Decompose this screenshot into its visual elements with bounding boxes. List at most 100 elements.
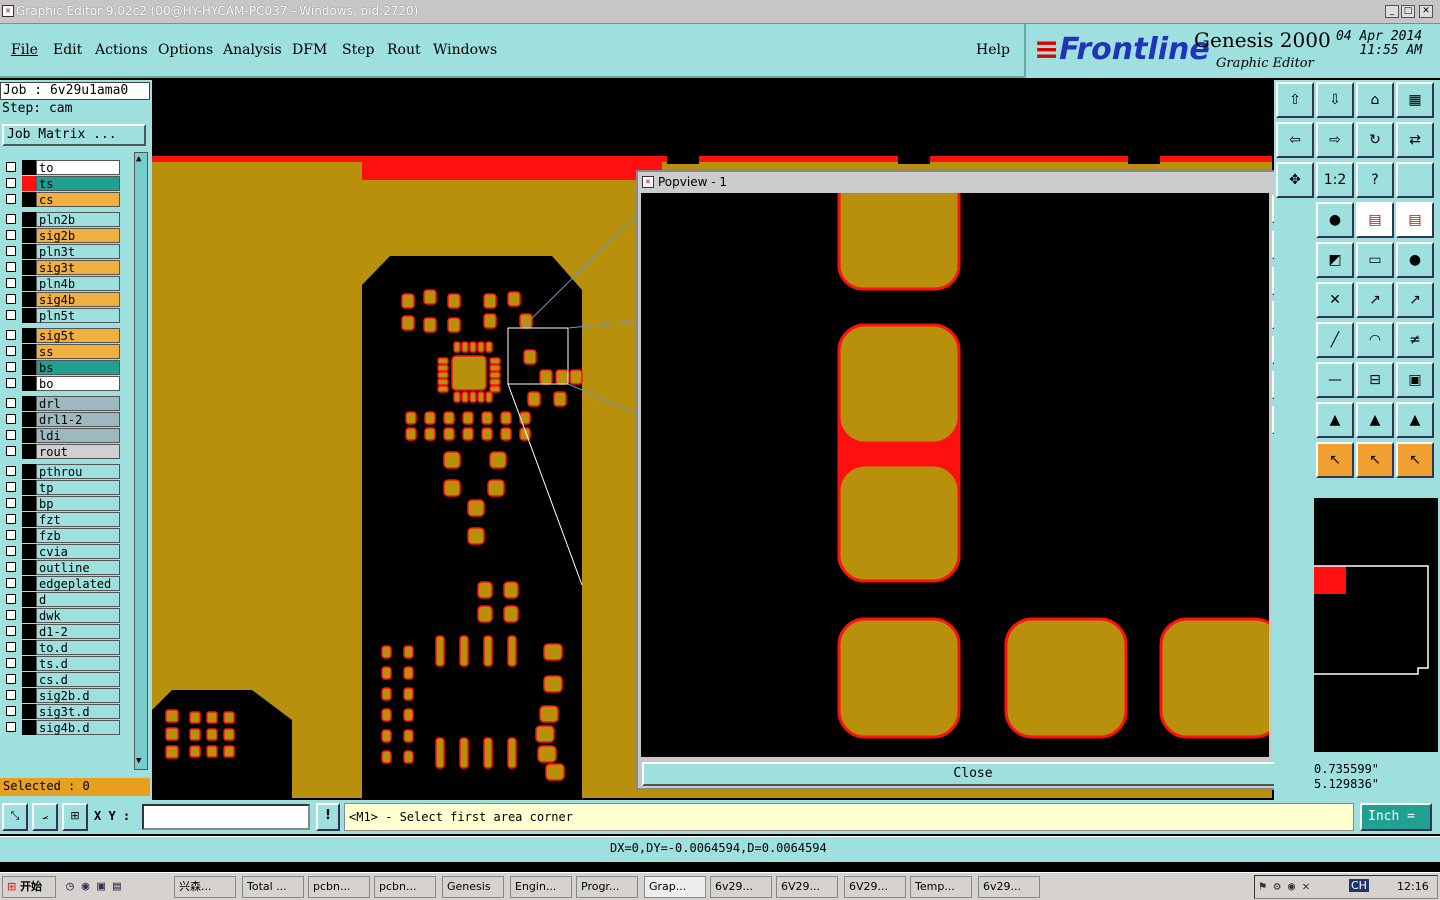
view-right-icon[interactable]: ⇨ bbox=[1316, 122, 1354, 158]
scroll-up-arrow-icon[interactable]: ▲ bbox=[136, 154, 141, 164]
layer-checkbox[interactable] bbox=[6, 398, 16, 408]
layer-row[interactable]: bo bbox=[2, 376, 120, 391]
layer-row[interactable]: pln4b bbox=[2, 276, 120, 291]
layer-checkbox[interactable] bbox=[6, 530, 16, 540]
layer-checkbox[interactable] bbox=[6, 642, 16, 652]
alert-icon[interactable]: ! bbox=[316, 803, 340, 831]
taskbar-item[interactable]: 兴森... bbox=[174, 876, 236, 898]
layer-row[interactable]: pln5t bbox=[2, 308, 120, 323]
layer-row[interactable]: d1-2 bbox=[2, 624, 120, 639]
layer-checkbox[interactable] bbox=[6, 330, 16, 340]
layer-name[interactable]: sig4b.d bbox=[36, 720, 120, 735]
layer-checkbox[interactable] bbox=[6, 310, 16, 320]
layer-checkbox[interactable] bbox=[6, 214, 16, 224]
layer-row[interactable]: fzb bbox=[2, 528, 120, 543]
pointer-route-icon[interactable]: ↖ bbox=[1396, 442, 1434, 478]
taskbar-item[interactable]: 6V29... bbox=[776, 876, 838, 898]
minus-tool-icon[interactable]: — bbox=[1316, 362, 1354, 398]
layer-checkbox[interactable] bbox=[6, 194, 16, 204]
taskbar-item[interactable]: Total ... bbox=[242, 876, 304, 898]
layer-row[interactable]: ts bbox=[2, 176, 120, 191]
layer-checkbox[interactable] bbox=[6, 674, 16, 684]
layer-checkbox[interactable] bbox=[6, 658, 16, 668]
layer-row[interactable]: sig3t.d bbox=[2, 704, 120, 719]
help-icon[interactable]: ? bbox=[1356, 162, 1394, 198]
layer-checkbox[interactable] bbox=[6, 482, 16, 492]
move-tool-icon[interactable]: ↗ bbox=[1356, 282, 1394, 318]
layer-name[interactable]: edgeplated bbox=[36, 576, 120, 591]
pad-tool-icon[interactable]: ● bbox=[1316, 202, 1354, 238]
view-rotate-icon[interactable]: ↻ bbox=[1356, 122, 1394, 158]
layer-checkbox[interactable] bbox=[6, 594, 16, 604]
layer-name[interactable]: tp bbox=[36, 480, 120, 495]
layer-checkbox[interactable] bbox=[6, 722, 16, 732]
layer-row[interactable]: fzt bbox=[2, 512, 120, 527]
layer-row[interactable]: drl bbox=[2, 396, 120, 411]
view-down-icon[interactable]: ⇩ bbox=[1316, 82, 1354, 118]
polygon-edit-icon[interactable]: ▲ bbox=[1356, 402, 1394, 438]
pointer-tool-icon[interactable]: ↖ bbox=[1316, 442, 1354, 478]
layer-checkbox[interactable] bbox=[6, 690, 16, 700]
taskbar-item[interactable]: Grap... bbox=[644, 876, 706, 898]
layer-checkbox[interactable] bbox=[6, 610, 16, 620]
taskbar-item[interactable]: 6V29... bbox=[844, 876, 906, 898]
layer-name[interactable]: drl1-2 bbox=[36, 412, 120, 427]
layer-name[interactable]: pln5t bbox=[36, 308, 120, 323]
layer-checkbox[interactable] bbox=[6, 378, 16, 388]
center-tool-icon[interactable]: ⊟ bbox=[1356, 362, 1394, 398]
layer-checkbox[interactable] bbox=[6, 498, 16, 508]
menu-dfm[interactable]: DFM bbox=[292, 42, 327, 58]
layer-checkbox[interactable] bbox=[6, 230, 16, 240]
layer-row[interactable]: to.d bbox=[2, 640, 120, 655]
close-window-button[interactable]: ✕ bbox=[1419, 5, 1433, 18]
layer-row[interactable]: sig4b.d bbox=[2, 720, 120, 735]
pointer-circle-icon[interactable]: ↖ bbox=[1356, 442, 1394, 478]
layer-checkbox[interactable] bbox=[6, 346, 16, 356]
taskbar-item[interactable]: Progr... bbox=[576, 876, 638, 898]
layer-name[interactable]: d1-2 bbox=[36, 624, 120, 639]
select-feature-2-icon[interactable]: ▤ bbox=[1396, 202, 1434, 238]
menu-step[interactable]: Step bbox=[342, 42, 374, 58]
menu-edit[interactable]: Edit bbox=[53, 42, 82, 58]
snap-icon[interactable]: ⤡ bbox=[2, 803, 28, 831]
layer-row[interactable]: bp bbox=[2, 496, 120, 511]
layer-name[interactable]: pthrou bbox=[36, 464, 120, 479]
taskbar-item[interactable]: 6v29... bbox=[710, 876, 772, 898]
layer-row[interactable]: sig2b.d bbox=[2, 688, 120, 703]
ruler-icon[interactable]: ▭ bbox=[1356, 242, 1394, 278]
layer-checkbox[interactable] bbox=[6, 162, 16, 172]
layer-name[interactable]: sig5t bbox=[36, 328, 120, 343]
taskbar-item[interactable]: pcbn... bbox=[308, 876, 370, 898]
layer-row[interactable]: bs bbox=[2, 360, 120, 375]
polygon-tool-icon[interactable]: ▲ bbox=[1316, 402, 1354, 438]
layer-row[interactable]: pthrou bbox=[2, 464, 120, 479]
layer-row[interactable]: sig2b bbox=[2, 228, 120, 243]
layer-name[interactable]: to.d bbox=[36, 640, 120, 655]
delete-tool-icon[interactable]: ✕ bbox=[1316, 282, 1354, 318]
tray-language[interactable]: CH bbox=[1349, 879, 1369, 892]
layer-name[interactable]: pln3t bbox=[36, 244, 120, 259]
layer-name[interactable]: cs bbox=[36, 192, 120, 207]
layer-name[interactable]: sig4b bbox=[36, 292, 120, 307]
start-button[interactable]: ⊞ 开始 bbox=[2, 876, 56, 898]
layer-checkbox[interactable] bbox=[6, 446, 16, 456]
layer-row[interactable]: to bbox=[2, 160, 120, 175]
layer-name[interactable]: sig2b bbox=[36, 228, 120, 243]
zoom-ratio-icon[interactable]: 1:2 bbox=[1316, 162, 1354, 198]
layer-row[interactable]: pln2b bbox=[2, 212, 120, 227]
layer-checkbox[interactable] bbox=[6, 178, 16, 188]
layer-name[interactable]: ts.d bbox=[36, 656, 120, 671]
tray-icons[interactable]: ⚑ ⚙ ◉ ✕ bbox=[1259, 879, 1310, 893]
layer-tool-icon[interactable]: ▣ bbox=[1396, 362, 1434, 398]
tool-icon[interactable] bbox=[1396, 162, 1434, 198]
layer-row[interactable]: dwk bbox=[2, 608, 120, 623]
mini-map[interactable] bbox=[1314, 498, 1438, 752]
layer-checkbox[interactable] bbox=[6, 246, 16, 256]
view-swap-icon[interactable]: ⇄ bbox=[1396, 122, 1434, 158]
taskbar-item[interactable]: 6v29... bbox=[978, 876, 1040, 898]
layer-name[interactable]: bp bbox=[36, 496, 120, 511]
units-select[interactable]: Inch = bbox=[1360, 803, 1432, 831]
layer-name[interactable]: pln4b bbox=[36, 276, 120, 291]
layer-checkbox[interactable] bbox=[6, 294, 16, 304]
layer-name[interactable]: cvia bbox=[36, 544, 120, 559]
